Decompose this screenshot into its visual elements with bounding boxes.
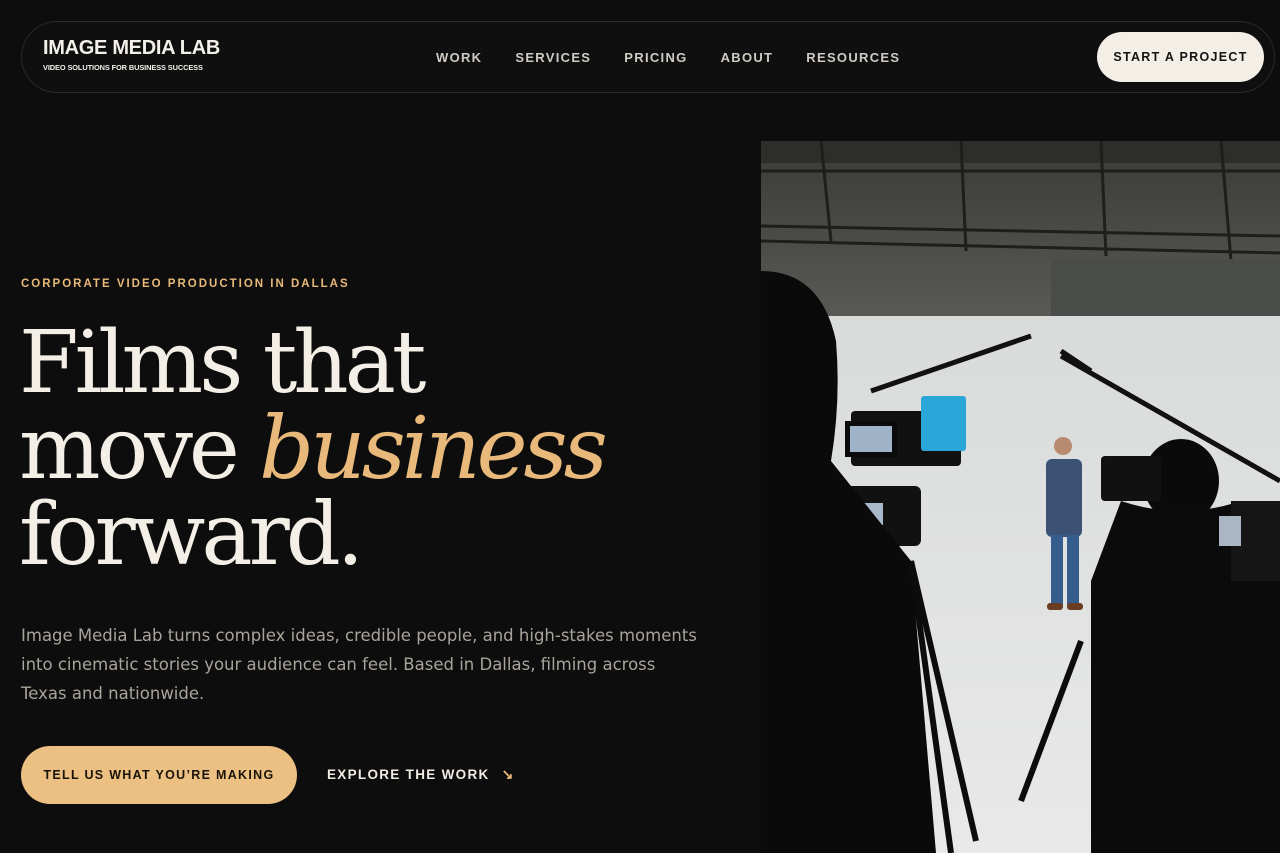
headline-line-2: move business (19, 406, 719, 492)
film-studio-image (761, 141, 1280, 853)
logo-title: IMAGE MEDIA LAB (43, 37, 220, 59)
start-project-button[interactable]: START A PROJECT (1097, 32, 1264, 82)
hero-headline: Films that move business forward. (19, 320, 719, 578)
headline-accent-word: business (259, 399, 608, 499)
logo-tagline: VIDEO SOLUTIONS FOR BUSINESS SUCCESS (43, 63, 203, 72)
brand-logo[interactable]: IMAGE MEDIA LAB VIDEO SOLUTIONS FOR BUSI… (43, 37, 233, 77)
headline-line-2-start: move (19, 399, 260, 499)
nav-link-about[interactable]: ABOUT (721, 50, 774, 65)
tell-us-button[interactable]: TELL US WHAT YOU’RE MAKING (21, 746, 297, 804)
nav-link-services[interactable]: SERVICES (515, 50, 591, 65)
nav-link-pricing[interactable]: PRICING (624, 50, 687, 65)
top-navigation: IMAGE MEDIA LAB VIDEO SOLUTIONS FOR BUSI… (21, 21, 1275, 93)
explore-work-label: EXPLORE THE WORK (327, 767, 490, 782)
headline-line-3: forward. (19, 485, 364, 585)
headline-line-1: Films that (19, 313, 426, 413)
explore-work-link[interactable]: EXPLORE THE WORK ↘ (327, 766, 515, 783)
hero-description: Image Media Lab turns complex ideas, cre… (21, 626, 697, 703)
nav-link-work[interactable]: WORK (436, 50, 482, 65)
arrow-down-right-icon: ↘ (501, 766, 515, 782)
nav-link-resources[interactable]: RESOURCES (806, 50, 900, 65)
hero-eyebrow: CORPORATE VIDEO PRODUCTION IN DALLAS (21, 278, 350, 290)
nav-links: WORK SERVICES PRICING ABOUT RESOURCES (436, 22, 900, 92)
hero-photo (761, 141, 1280, 853)
